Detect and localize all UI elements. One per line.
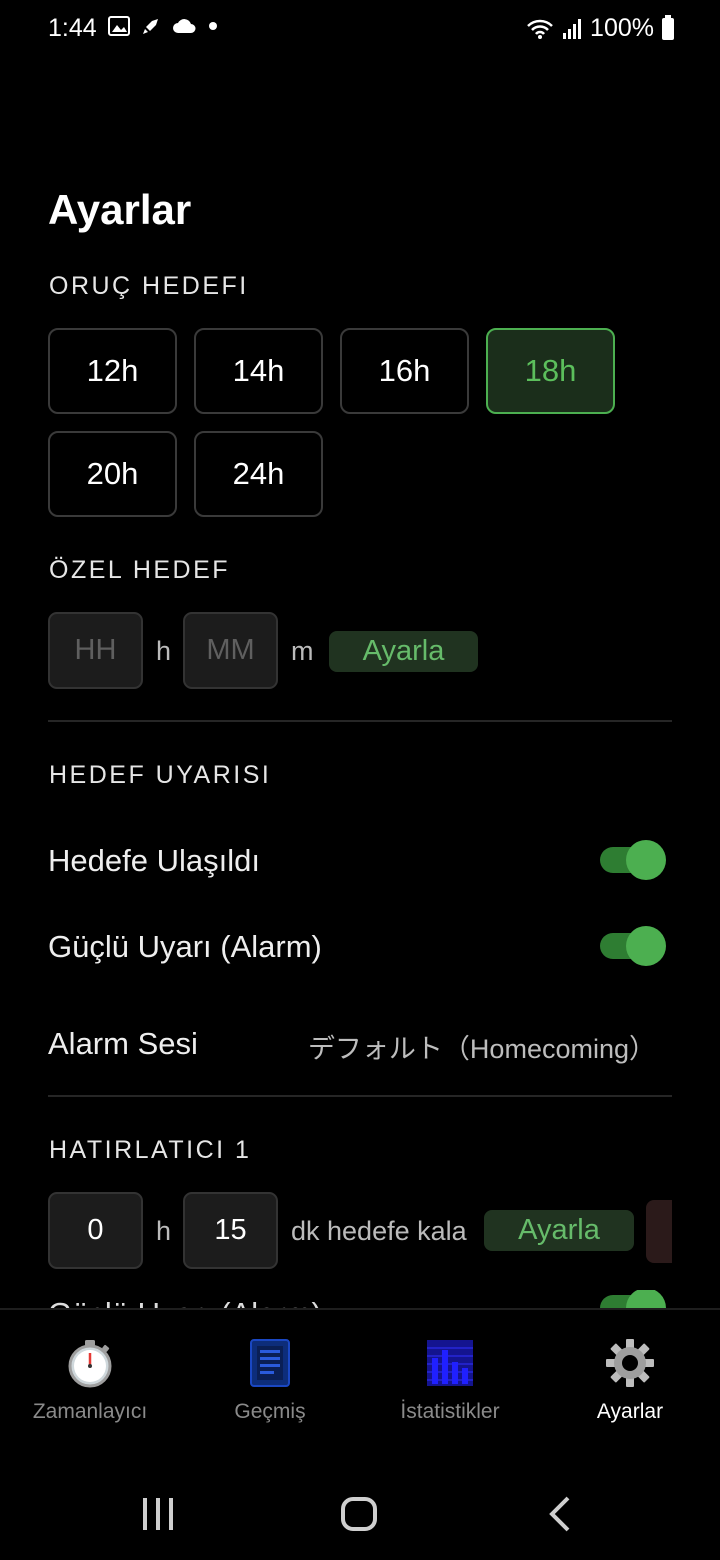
reminder-strong-alert-toggle[interactable] [600,1290,666,1308]
battery-percent: 100% [590,14,654,42]
signal-icon [563,18,582,39]
reminder-minutes-value: 15 [214,1214,247,1246]
reminder-hours-value: 0 [87,1214,104,1246]
fasting-goal-section-title: ORUÇ HEDEFI [49,272,249,300]
reminder-hours-input[interactable]: 0 [48,1192,143,1269]
strong-alert-toggle[interactable] [600,926,666,966]
nav-settings[interactable]: Ayarlar [540,1310,720,1440]
goal-reached-toggle[interactable] [600,840,666,880]
fasting-goal-option-18h[interactable]: 18h [486,328,615,414]
recent-apps-icon[interactable] [140,1496,176,1532]
nav-label: İstatistikler [400,1400,500,1423]
fasting-goal-option-14h[interactable]: 14h [194,328,323,414]
bar-chart-icon [427,1340,473,1386]
status-bar: 1:44 100% [0,0,720,60]
nav-statistics[interactable]: İstatistikler [360,1310,540,1440]
reminder-suffix: dk hedefe kala [291,1216,467,1246]
history-document-icon [250,1339,290,1387]
nav-label: Zamanlayıcı [32,1400,148,1423]
custom-hours-input[interactable]: HH [48,612,143,689]
cloud-notification-icon [173,19,196,33]
strong-alert-label: Güçlü Uyarı (Alarm) [48,929,322,964]
battery-icon [662,14,674,40]
goal-reached-label: Hedefe Ulaşıldı [48,843,260,878]
system-navigation-bar [0,1470,720,1560]
home-icon[interactable] [340,1496,378,1532]
custom-hours-placeholder: HH [74,634,117,666]
reminder-hours-unit: h [156,1216,172,1246]
notification-icons [108,16,218,36]
nav-label: Ayarlar [596,1400,664,1423]
toggle-thumb [626,840,666,880]
gear-icon [606,1339,654,1387]
wifi-icon [527,19,553,39]
rocket-notification-icon [143,19,158,34]
status-time: 1:44 [48,14,97,42]
toggle-thumb [626,926,666,966]
reminder-set-button[interactable]: Ayarla [484,1210,634,1251]
back-icon[interactable] [546,1496,576,1532]
alarm-sound-value[interactable]: デフォルト（Homecoming） [308,1027,656,1066]
status-right: 100% [526,14,674,43]
goal-alert-section-title: HEDEF UYARISI [49,761,272,789]
page-title: Ayarlar [48,186,192,233]
fasting-goal-option-12h[interactable]: 12h [48,328,177,414]
custom-minutes-unit: m [291,636,314,666]
nav-label: Geçmiş [234,1400,306,1423]
divider [48,720,672,722]
custom-minutes-input[interactable]: MM [183,612,278,689]
fasting-goal-option-20h[interactable]: 20h [48,431,177,517]
reminder-minutes-input[interactable]: 15 [183,1192,278,1269]
nav-timer[interactable]: Zamanlayıcı [0,1310,180,1440]
fasting-goal-option-24h[interactable]: 24h [194,431,323,517]
gallery-notification-icon [108,16,130,36]
dot-notification-icon [209,22,217,30]
custom-hours-unit: h [156,636,172,666]
toggle-thumb [626,1290,666,1308]
alarm-sound-label: Alarm Sesi [48,1026,198,1061]
divider [48,1095,672,1097]
custom-goal-set-button[interactable]: Ayarla [329,631,478,672]
reminder-delete-button[interactable] [646,1200,672,1263]
custom-minutes-placeholder: MM [206,634,255,666]
custom-goal-section-title: ÖZEL HEDEF [49,556,231,584]
bottom-navigation: Zamanlayıcı Geçmiş İstatistikler Ayarlar [0,1308,720,1438]
fasting-goal-option-16h[interactable]: 16h [340,328,469,414]
nav-history[interactable]: Geçmiş [180,1310,360,1440]
reminder-1-section-title: HATIRLATICI 1 [49,1136,252,1164]
reminder-strong-alert-label: Güçlü Uyarı (Alarm) [48,1292,322,1308]
stopwatch-icon [68,1340,112,1388]
